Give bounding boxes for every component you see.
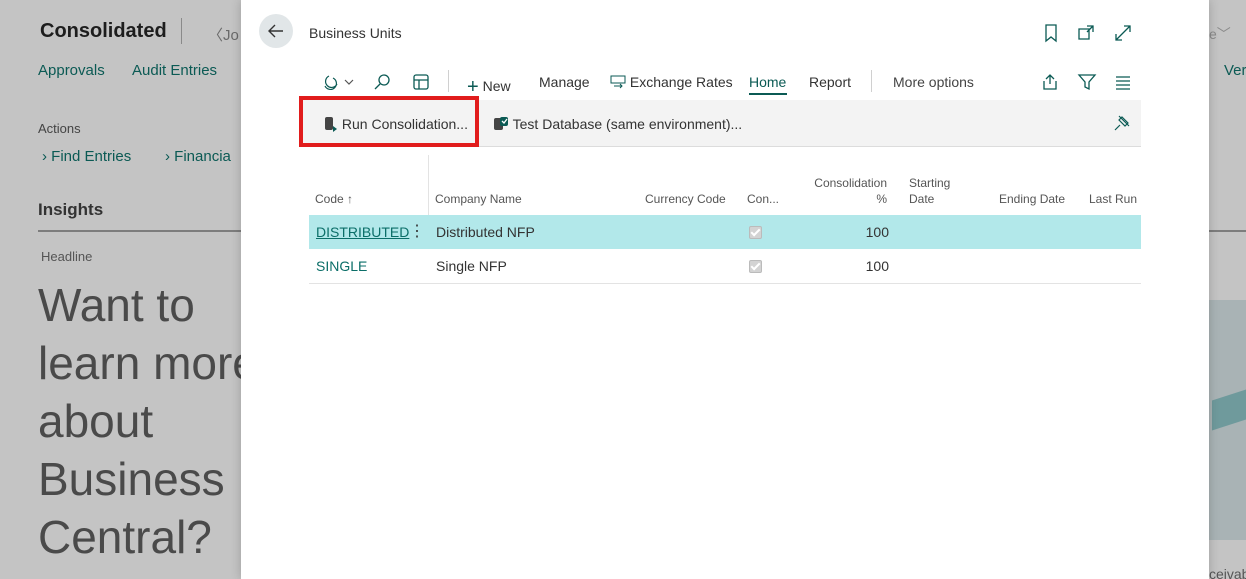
consolidation-pct-cell: 100 — [865, 224, 889, 240]
filter-icon[interactable] — [1077, 72, 1097, 97]
column-divider — [428, 155, 429, 215]
headline-text: Want to learn more about Business Centra… — [38, 279, 258, 563]
share-icon[interactable] — [1040, 72, 1060, 97]
table-row[interactable]: DISTRIBUTED ⋮ Distributed NFP 100 — [309, 215, 1141, 250]
title-divider — [181, 18, 182, 44]
highlight-box — [299, 96, 479, 147]
chevron-right-icon: › — [42, 148, 52, 165]
plus-icon: + — [467, 76, 479, 98]
page-title: Consolidated — [40, 20, 167, 42]
unpin-icon[interactable] — [1113, 114, 1131, 137]
company-name-cell: Distributed NFP — [436, 224, 535, 240]
arrow-left-icon — [268, 24, 283, 38]
insights-heading: Insights — [38, 200, 104, 219]
insights-divider — [38, 230, 258, 232]
tab-home[interactable]: Home — [749, 74, 786, 90]
dialog-title: Business Units — [309, 25, 402, 41]
list-view-icon[interactable] — [1113, 72, 1133, 97]
link-find-entries[interactable]: › Find Entries — [42, 148, 131, 165]
consolidate-checkbox[interactable] — [749, 226, 762, 239]
actions-label: Actions — [38, 121, 81, 136]
link-financial[interactable]: › Financia — [165, 148, 231, 165]
background-text: ceivab — [1209, 566, 1246, 579]
new-label: New — [482, 78, 511, 94]
breadcrumb[interactable]: 〈Jo — [208, 24, 239, 45]
link-label: Financia — [174, 148, 231, 165]
column-header-starting-date[interactable]: Starting Date — [909, 175, 950, 207]
exchange-rates-label: Exchange Rates — [629, 74, 733, 90]
header-line: Starting — [909, 176, 951, 190]
nav-ver[interactable]: Ver — [1224, 62, 1246, 79]
header-line: % — [876, 192, 887, 206]
chevron-left-icon: 〈 — [208, 27, 224, 44]
more-options-button[interactable]: More options — [893, 74, 974, 90]
consolidation-pct-cell: 100 — [865, 258, 889, 274]
tab-home-underline — [749, 93, 787, 95]
column-header-company-name[interactable]: Company Name — [435, 191, 522, 207]
company-name-cell: Single NFP — [436, 258, 507, 274]
exchange-rates-button[interactable]: Exchange Rates — [610, 74, 733, 90]
column-header-last-run[interactable]: Last Run — [1089, 191, 1137, 207]
test-database-label: Test Database (same environment)... — [512, 116, 743, 132]
breadcrumb-label: Jo — [223, 27, 239, 44]
row-menu-icon[interactable]: ⋮ — [409, 221, 425, 241]
test-database-icon — [493, 116, 509, 132]
view-switcher[interactable] — [321, 72, 357, 97]
edit-list-icon[interactable] — [411, 72, 431, 97]
nav-audit-entries[interactable]: Audit Entries — [132, 62, 217, 79]
new-button[interactable]: + New — [467, 74, 511, 98]
link-label: Find Entries — [51, 148, 132, 165]
header-line: Date — [909, 192, 935, 206]
back-button[interactable] — [259, 14, 293, 48]
column-header-consolidation-pct[interactable]: Consolidation % — [801, 175, 887, 207]
test-database-button[interactable]: Test Database (same environment)... — [493, 116, 742, 132]
open-new-window-icon[interactable] — [1075, 22, 1097, 44]
consolidate-checkbox[interactable] — [749, 260, 762, 273]
column-header-consolidate[interactable]: Con... — [747, 191, 779, 207]
exchange-rates-icon — [610, 75, 626, 89]
chevron-down-icon: e﹀ — [1209, 26, 1231, 42]
bookmark-icon[interactable] — [1040, 22, 1062, 44]
tab-report[interactable]: Report — [809, 74, 851, 90]
column-header-code[interactable]: Code ↑ — [315, 191, 353, 207]
command-divider — [448, 70, 449, 92]
code-link[interactable]: DISTRIBUTED — [316, 224, 409, 240]
column-header-currency-code[interactable]: Currency Code — [645, 191, 726, 207]
table-row[interactable]: SINGLE Single NFP 100 — [309, 249, 1141, 284]
code-link[interactable]: SINGLE — [316, 258, 367, 274]
business-units-dialog: Business Units + New Manage Exchange Rat… — [241, 0, 1209, 579]
column-header-ending-date[interactable]: Ending Date — [999, 191, 1065, 207]
search-icon[interactable] — [372, 72, 392, 97]
headline-label: Headline — [41, 249, 93, 264]
nav-approvals[interactable]: Approvals — [38, 62, 105, 79]
command-divider — [871, 70, 872, 92]
header-line: Consolidation — [814, 176, 887, 190]
expand-icon[interactable] — [1112, 22, 1134, 44]
chevron-right-icon: › — [165, 148, 175, 165]
insights-divider — [1209, 230, 1246, 232]
manage-button[interactable]: Manage — [539, 74, 590, 90]
